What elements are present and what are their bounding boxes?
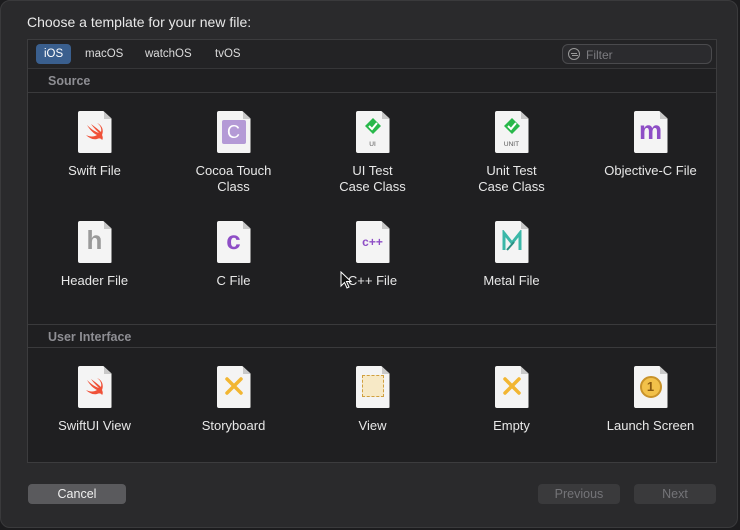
tile-label: C++ File [347,273,398,288]
filter-icon [568,48,580,60]
tile-label: Swift File [68,163,121,178]
tab-watchos[interactable]: watchOS [137,44,200,64]
tile-label: Objective-C File [604,163,697,178]
tile-label: Metal File [483,273,540,288]
empty-icon [494,366,529,408]
tab-tvos[interactable]: tvOS [207,44,249,64]
template-launch-screen[interactable]: 1 Launch Screen [581,366,720,466]
platform-tabbar: iOS macOS watchOS tvOS [28,40,716,69]
section-title-source: Source [48,74,91,88]
cancel-button[interactable]: Cancel [28,484,126,504]
sheet-title: Choose a template for your new file: [27,14,252,30]
storyboard-icon [216,366,251,408]
swift-icon [77,366,112,408]
template-cocoa-touch-class[interactable]: C Cocoa Touch Class [164,111,303,211]
template-panel: iOS macOS watchOS tvOS Source Swift File [27,39,717,463]
header-icon: h [77,221,112,263]
section-header-source: Source [28,69,716,93]
unit-test-icon: UNIT [494,111,529,153]
filter-field[interactable] [562,44,712,64]
tile-label: Storyboard [201,418,266,433]
previous-button[interactable]: Previous [538,484,620,504]
view-icon [355,366,390,408]
template-view[interactable]: View [303,366,442,466]
template-ui-test-case-class[interactable]: UI UI Test Case Class [303,111,442,211]
template-swiftui-view[interactable]: SwiftUI View [25,366,164,466]
next-button[interactable]: Next [634,484,716,504]
swift-icon [77,111,112,153]
template-unit-test-case-class[interactable]: UNIT Unit Test Case Class [442,111,581,211]
template-empty[interactable]: Empty [442,366,581,466]
template-objective-c-file[interactable]: m Objective-C File [581,111,720,211]
tab-ios[interactable]: iOS [36,44,72,64]
tile-label: C File [216,273,251,288]
tile-label: Empty [493,418,530,433]
section-header-user-interface: User Interface [28,324,716,348]
c-file-icon: c [216,221,251,263]
template-cpp-file[interactable]: c++ C++ File [303,221,442,321]
template-sheet: Choose a template for your new file: iOS… [0,0,738,528]
tile-label: Unit Test Case Class [478,163,545,194]
tile-label: Launch Screen [606,418,695,433]
mouse-cursor-icon [340,271,352,289]
cpp-file-icon: c++ [355,221,390,263]
template-swift-file[interactable]: Swift File [25,111,164,211]
template-header-file[interactable]: h Header File [25,221,164,321]
tile-label: SwiftUI View [58,418,131,433]
ui-test-icon: UI [355,111,390,153]
tile-label: Cocoa Touch Class [195,163,272,194]
template-storyboard[interactable]: Storyboard [164,366,303,466]
tile-label: View [358,418,387,433]
metal-icon [494,221,529,263]
template-metal-file[interactable]: Metal File [442,221,581,321]
template-c-file[interactable]: c C File [164,221,303,321]
filter-input[interactable] [584,46,708,64]
cocoa-class-icon: C [216,111,251,153]
section-title-user-interface: User Interface [48,330,132,344]
tile-label: UI Test Case Class [339,163,406,194]
launch-screen-icon: 1 [633,366,668,408]
objc-icon: m [633,111,668,153]
tab-macos[interactable]: macOS [77,44,131,64]
tile-label: Header File [60,273,129,288]
